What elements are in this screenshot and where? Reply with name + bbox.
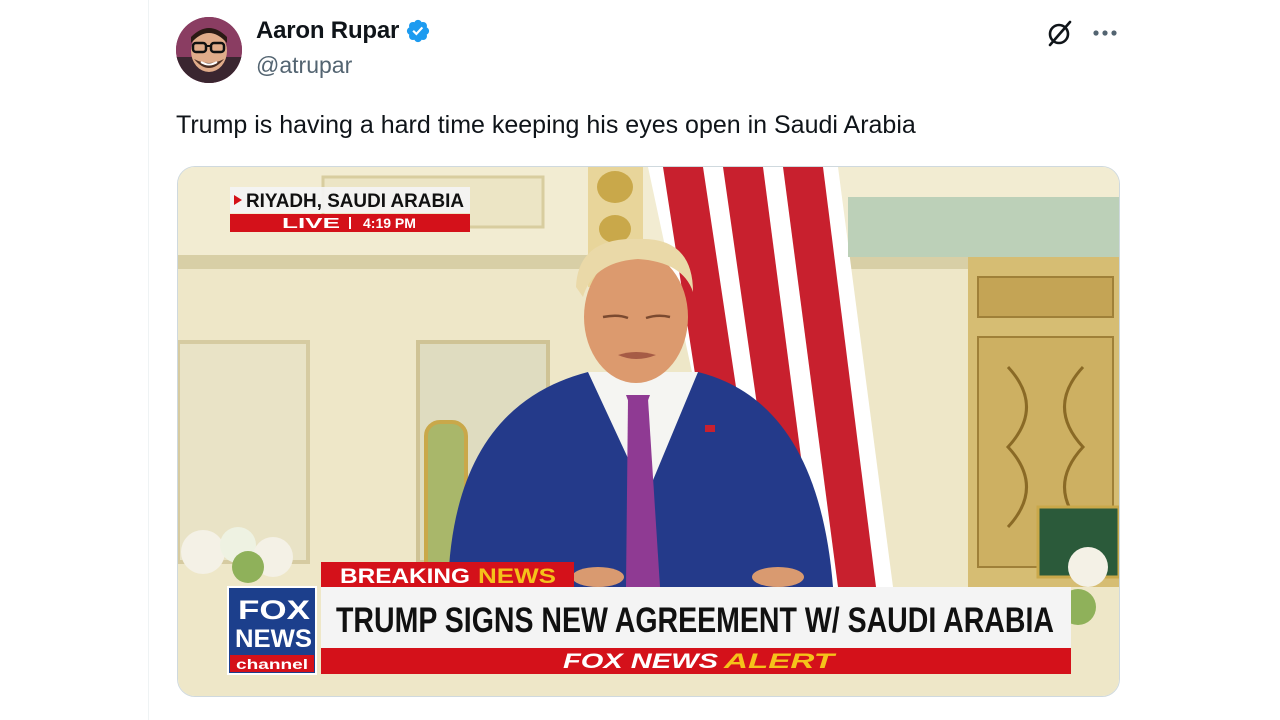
news-label: NEWS [478, 565, 556, 588]
tweet-text: Trump is having a hard time keeping his … [176, 111, 916, 139]
logo-fox: FOX [238, 595, 310, 625]
alert-fox-label: FOX NEWS [563, 650, 718, 673]
location-label: RIYADH, SAUDI ARABIA [246, 191, 464, 212]
video-media[interactable]: RIYADH, SAUDI ARABIA LIVE 4:19 PM BREAKI… [177, 166, 1120, 697]
breaking-label: BREAKING [340, 565, 470, 588]
more-dots-icon[interactable] [1090, 20, 1120, 46]
avatar[interactable] [176, 17, 242, 83]
logo-news: NEWS [235, 625, 312, 653]
logo-channel: channel [236, 656, 308, 672]
author-name[interactable]: Aaron Rupar [256, 17, 399, 45]
grok-slash-icon[interactable] [1045, 18, 1075, 48]
alert-label: ALERT [722, 650, 837, 673]
live-label: LIVE [282, 215, 340, 232]
author-handle[interactable]: @atrupar [256, 52, 352, 79]
headline-text: TRUMP SIGNS NEW AGREEMENT W/ SAUDI ARABI… [336, 601, 1054, 640]
left-rail-divider [0, 0, 149, 720]
tweet[interactable]: Aaron Rupar @atrupar Trump is having a h… [149, 0, 1140, 720]
time-label: 4:19 PM [363, 215, 416, 231]
verified-badge-icon [407, 19, 430, 43]
